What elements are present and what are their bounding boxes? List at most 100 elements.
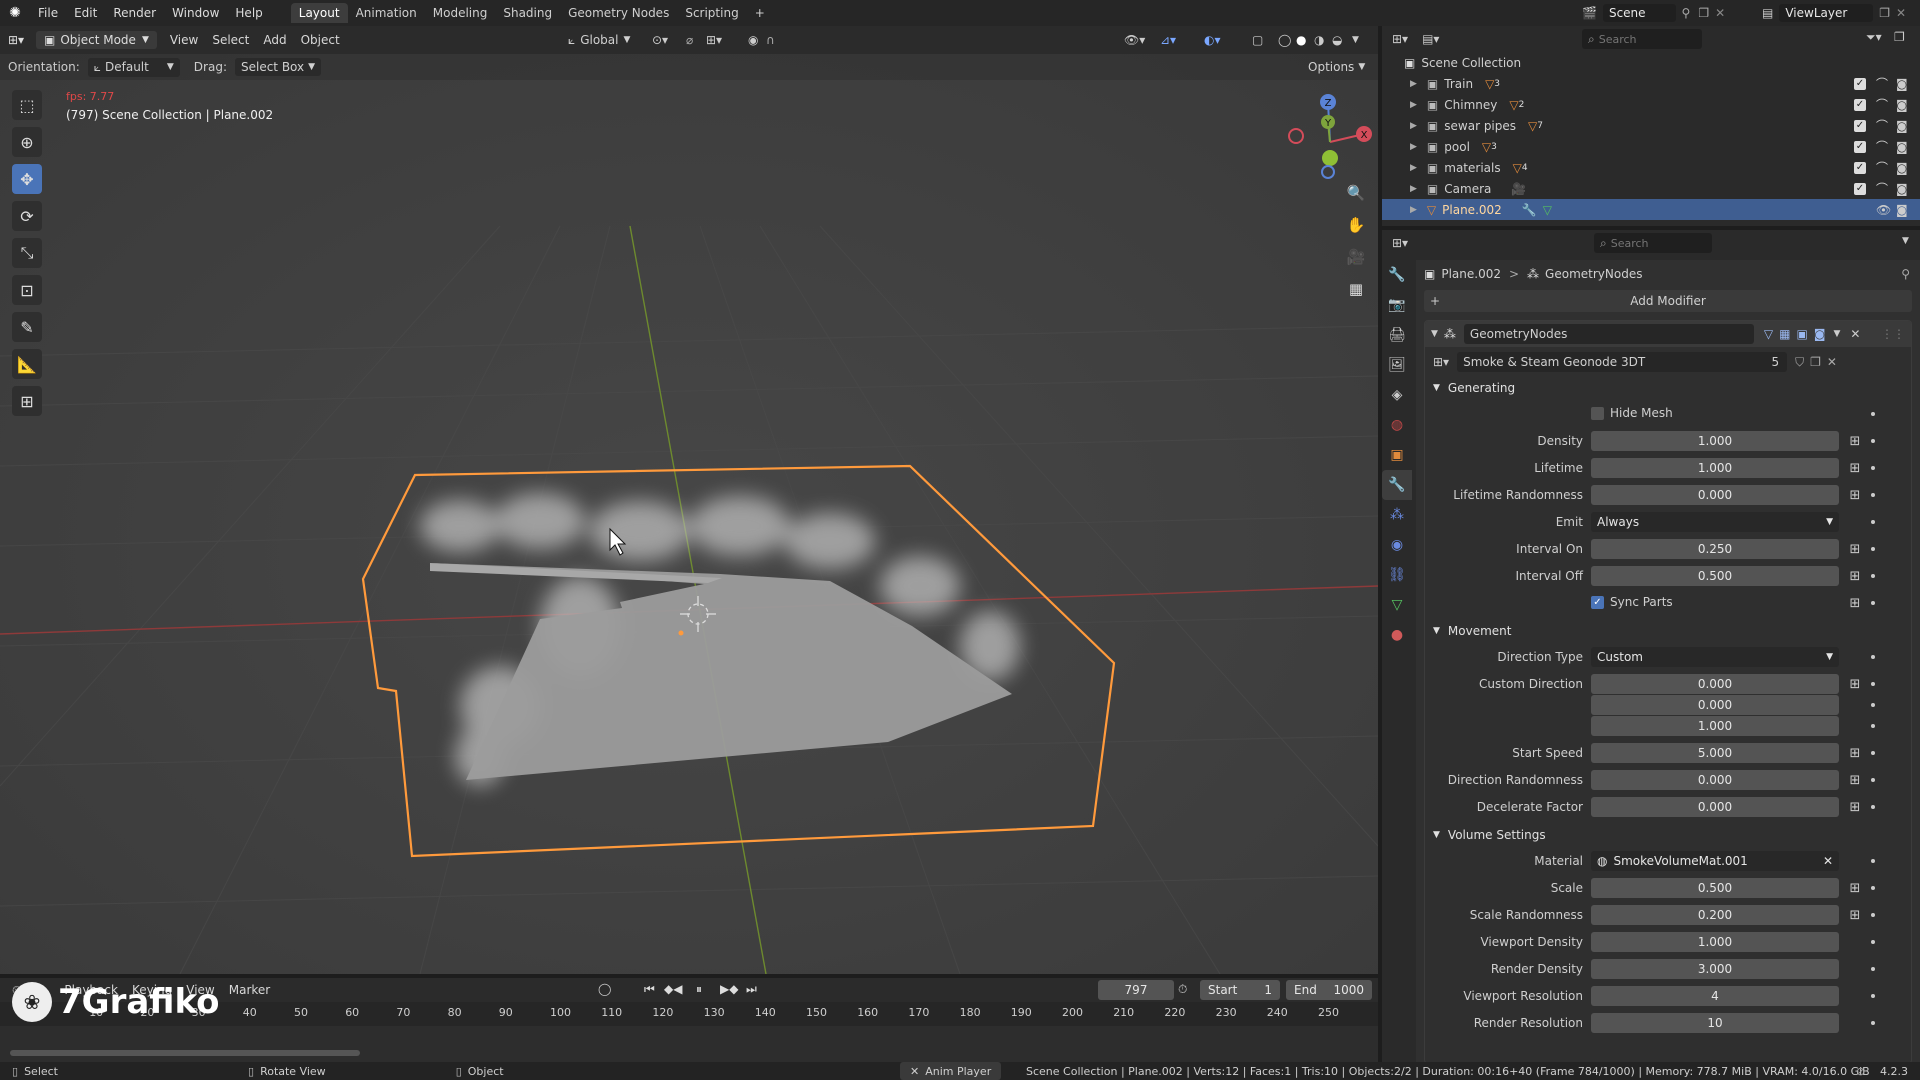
collapse-chevron-icon[interactable]: ▼ [1431,329,1438,339]
number-field[interactable]: 0.000 [1591,797,1839,817]
render-tab-icon[interactable]: 📷 [1382,290,1412,320]
scene-tab-icon[interactable]: ◈ [1382,380,1412,410]
attribute-toggle-icon[interactable]: ⊞ [1847,541,1863,557]
keyframe-dot-icon[interactable] [1871,682,1875,686]
preview-range-icon[interactable]: ⏱ [1178,982,1187,997]
outliner-search-input[interactable] [1598,32,1689,46]
eye-icon[interactable]: ⌒ [1876,117,1888,134]
add-modifier-button[interactable]: + Add Modifier [1424,290,1912,312]
sync-parts-checkbox[interactable]: ✓ Sync Parts [1591,595,1673,609]
number-field[interactable]: 0.500 [1591,566,1839,586]
keyframe-dot-icon[interactable] [1871,967,1875,971]
camera-render-icon[interactable]: ◙ [1896,140,1908,154]
outliner-row[interactable]: ▶ ▣ pool ▽ 3 ✓ ⌒ ◙ [1382,136,1920,157]
menu-help[interactable]: Help [227,6,270,20]
custom-direction-y[interactable]: 0.000 [1591,695,1839,715]
camera-render-icon[interactable]: ◙ [1896,203,1908,217]
rotate-tool-icon[interactable]: ⟳ [12,201,42,231]
gizmo-toggle-icon[interactable]: ⊿▾ [1160,33,1176,47]
navigation-gizmo[interactable]: Z X Y [1280,88,1378,188]
outliner-row[interactable]: ▶ ▣ materials ▽ 4 ✓ ⌒ ◙ [1382,157,1920,178]
drag-selector[interactable]: Select Box ▼ [234,58,322,76]
properties-search[interactable]: ⌕ [1594,233,1712,253]
display-mode-icon[interactable]: ▤▾ [1422,32,1439,46]
custom-direction-x[interactable]: 0.000 [1591,674,1839,694]
exclude-checkbox[interactable]: ✓ [1854,182,1866,195]
tab-scripting[interactable]: Scripting [677,3,746,23]
outliner-search[interactable]: ⌕ [1582,29,1702,49]
properties-search-input[interactable] [1610,236,1701,250]
keyframe-dot-icon[interactable] [1871,751,1875,755]
attribute-toggle-icon[interactable]: ⊞ [1847,568,1863,584]
keyframe-dot-icon[interactable] [1871,547,1875,551]
close-viewlayer-icon[interactable]: ✕ [1896,6,1906,20]
keyframe-dot-icon[interactable] [1871,886,1875,890]
exclude-checkbox[interactable]: ✓ [1854,119,1866,132]
options-button[interactable]: Options ▼ [1308,60,1365,74]
eye-icon[interactable]: ⌒ [1876,138,1888,155]
scale-tool-icon[interactable]: ⤡ [12,238,42,268]
measure-tool-icon[interactable]: 📐 [12,349,42,379]
menu-window[interactable]: Window [164,6,227,20]
zoom-icon[interactable]: 🔍 [1343,180,1369,206]
eye-icon[interactable]: ⌒ [1876,159,1888,176]
number-field[interactable]: 0.000 [1591,485,1839,505]
material-selector[interactable]: ◍ SmokeVolumeMat.001 ✕ [1591,851,1839,871]
keyframe-dot-icon[interactable] [1871,994,1875,998]
tab-modeling[interactable]: Modeling [425,3,496,23]
outliner-row-scene-collection[interactable]: ▣ Scene Collection [1382,52,1920,73]
keyframe-dot-icon[interactable] [1871,412,1875,416]
jump-keyframe-back-icon[interactable]: ◆◀ [664,982,682,996]
modifier-tab-icon[interactable]: 🔧 [1382,470,1412,500]
properties-editor-icon[interactable]: ⊞▾ [1392,236,1408,250]
outliner-row[interactable]: ▶ ▽ Plane.002 🔧 ▽ 👁 ◙ [1382,199,1920,220]
menu-view[interactable]: View [163,31,205,49]
keyframe-dot-icon[interactable] [1871,1021,1875,1025]
outliner-row[interactable]: ▶ ▣ Train ▽ 3 ✓ ⌒ ◙ [1382,73,1920,94]
menu-add[interactable]: Add [256,31,293,49]
mode-selector[interactable]: ▣ Object Mode ▼ [36,31,157,49]
new-collection-icon[interactable]: ❐ [1894,30,1905,44]
section-generating[interactable]: ▼ Generating [1433,381,1515,395]
menu-object[interactable]: Object [294,31,347,49]
exclude-checkbox[interactable]: ✓ [1854,140,1866,153]
expand-chevron-icon[interactable]: ▶ [1410,142,1417,152]
number-field[interactable]: 0.200 [1591,905,1839,925]
expand-chevron-icon[interactable]: ▶ [1410,79,1417,89]
exclude-checkbox[interactable]: ✓ [1854,98,1866,111]
viewport-toggle-icon[interactable]: ▣ [1797,327,1808,341]
viewlayer-selector[interactable]: ViewLayer [1779,4,1874,22]
jump-end-icon[interactable]: ⏭ [746,982,757,997]
material-tab-icon[interactable]: ● [1382,620,1412,650]
clear-material-icon[interactable]: ✕ [1823,854,1833,868]
snap-target-icon[interactable]: ⊞▾ [706,33,722,47]
blender-logo-icon[interactable]: ✺ [0,5,30,21]
outliner-editor-icon[interactable]: ⊞▾ [1392,32,1408,46]
camera-render-icon[interactable]: ◙ [1896,161,1908,175]
section-volume[interactable]: ▼ Volume Settings [1433,828,1546,842]
remove-modifier-icon[interactable]: ✕ [1850,327,1860,341]
output-tab-icon[interactable]: 🖨 [1382,320,1412,350]
menu-marker[interactable]: Marker [222,981,277,999]
edit-mode-toggle-icon[interactable]: ▽ [1764,327,1773,341]
camera-render-icon[interactable]: ◙ [1896,119,1908,133]
exclude-checkbox[interactable]: ✓ [1854,77,1866,90]
tab-animation[interactable]: Animation [348,3,425,23]
filter-icon[interactable]: ⏷▾ [1866,30,1882,45]
anim-player-button[interactable]: ✕ Anim Player [900,1062,1002,1080]
attribute-toggle-icon[interactable]: ⊞ [1847,460,1863,476]
menu-edit[interactable]: Edit [66,6,105,20]
keyframe-dot-icon[interactable] [1871,703,1875,707]
attribute-toggle-icon[interactable]: ⊞ [1847,433,1863,449]
number-field[interactable]: 0.000 [1591,770,1839,790]
outliner-row[interactable]: ▶ ▣ Chimney ▽ 2 ✓ ⌒ ◙ [1382,94,1920,115]
3d-viewport[interactable]: ⊞▾ ▣ Object Mode ▼ View Select Add Objec… [0,26,1378,974]
orientation-selector[interactable]: ⟀ Default ▼ [87,57,180,77]
wireframe-shading-icon[interactable]: ◯ [1278,33,1291,47]
tab-geometry-nodes[interactable]: Geometry Nodes [560,3,677,23]
jump-keyframe-forward-icon[interactable]: ▶◆ [720,982,738,996]
viewport-scene[interactable] [0,26,1378,974]
number-field[interactable]: 0.250 [1591,539,1839,559]
menu-render[interactable]: Render [105,6,164,20]
custom-direction-z[interactable]: 1.000 [1591,716,1839,736]
